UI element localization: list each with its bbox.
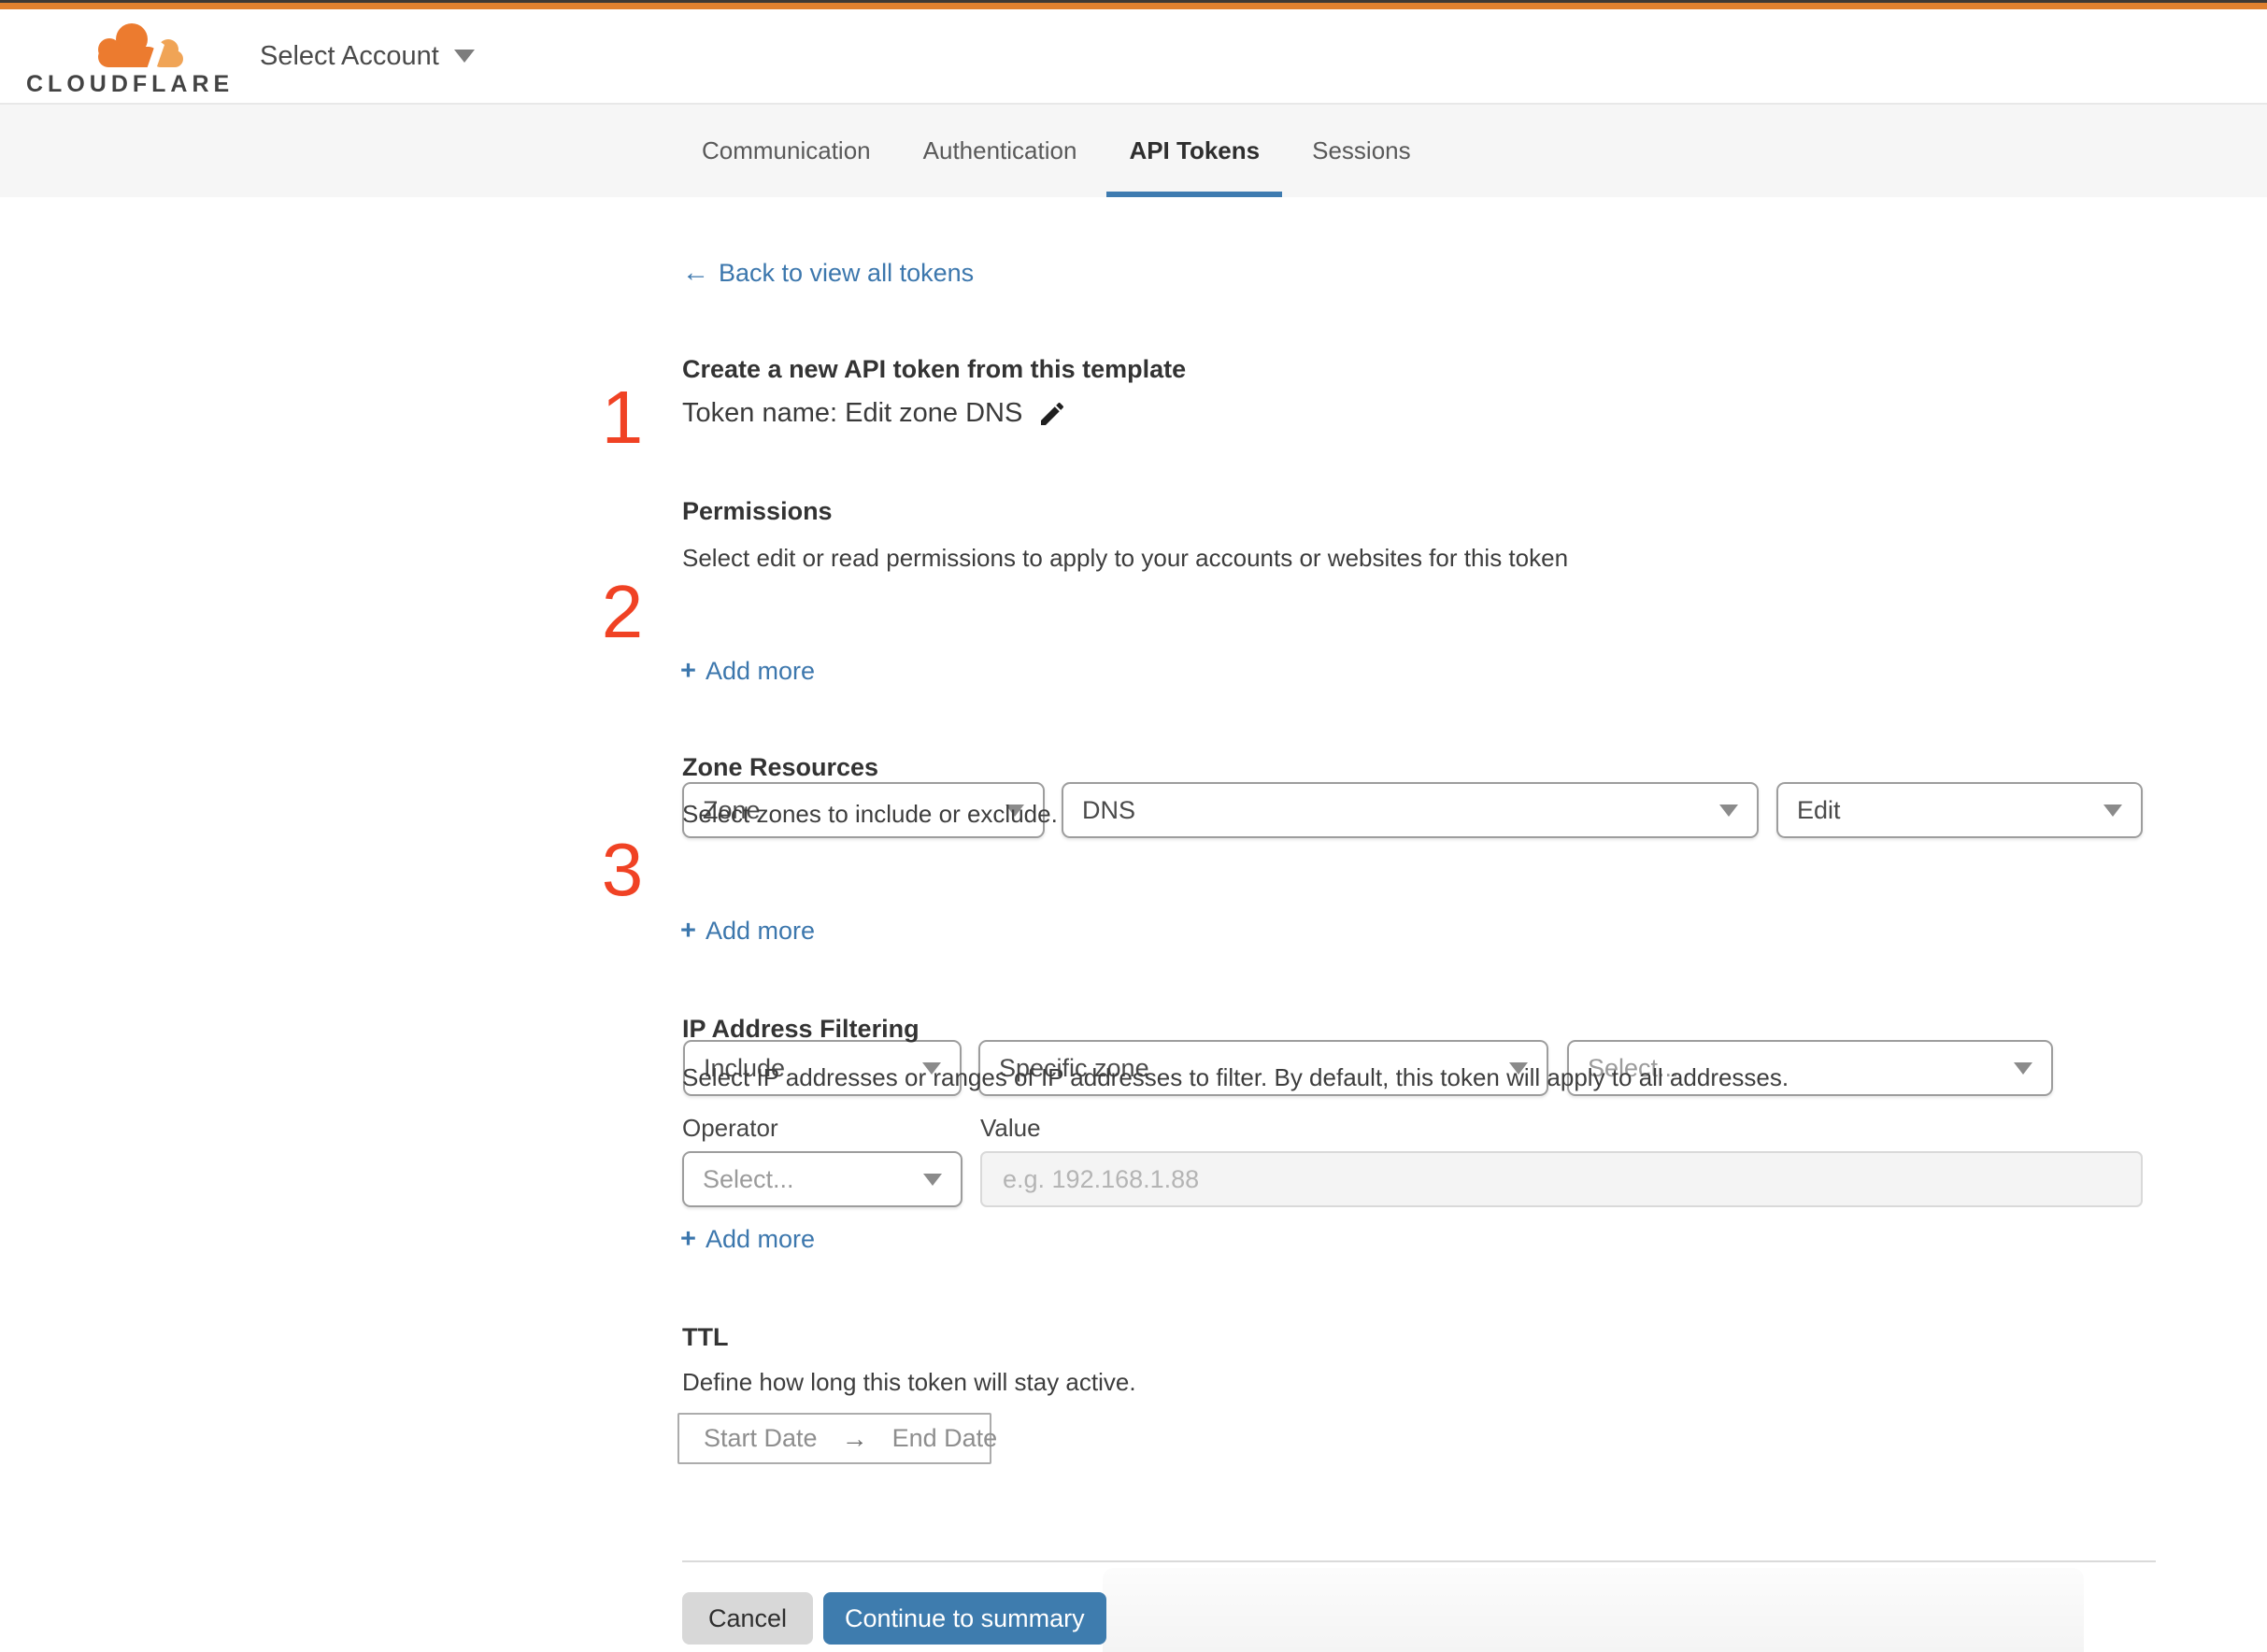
chevron-down-icon: [923, 1174, 942, 1186]
app-header: CLOUDFLARE Select Account: [0, 9, 2267, 105]
add-more-label: Add more: [705, 1225, 815, 1253]
chevron-down-icon: [1719, 805, 1738, 817]
ip-operator-select[interactable]: Select...: [682, 1151, 962, 1207]
tab-sessions[interactable]: Sessions: [1290, 105, 1433, 197]
account-selector-label: Select Account: [260, 40, 439, 71]
ip-filtering-heading: IP Address Filtering: [682, 1015, 920, 1043]
profile-tabbar: Communication Authentication API Tokens …: [0, 105, 2267, 197]
cancel-button[interactable]: Cancel: [682, 1592, 814, 1645]
edit-pencil-icon[interactable]: [1037, 399, 1067, 429]
step-2-number: 2: [601, 570, 644, 653]
token-name-text: Token name: Edit zone DNS: [682, 398, 1023, 428]
permission-access-value: Edit: [1797, 795, 1841, 824]
footer-shadow: [1103, 1568, 2084, 1652]
add-more-label: Add more: [705, 917, 815, 945]
tab-api-tokens[interactable]: API Tokens: [1106, 105, 1282, 197]
cloudflare-wordmark: CLOUDFLARE: [26, 71, 235, 97]
step-3-number: 3: [601, 828, 644, 911]
permissions-add-more-link[interactable]: + Add more: [680, 656, 815, 687]
plus-icon: +: [680, 1224, 696, 1254]
template-title: Create a new API token from this templat…: [682, 355, 1187, 383]
end-date-label: End Date: [891, 1424, 998, 1452]
permissions-description: Select edit or read permissions to apply…: [682, 544, 1569, 572]
footer-divider: [682, 1560, 2156, 1562]
chevron-down-icon: [2103, 805, 2122, 817]
back-arrow-icon: ←: [682, 258, 709, 288]
chevron-down-icon: [453, 50, 475, 63]
ip-operator-value: Select...: [703, 1164, 794, 1193]
api-token-template-page: CLOUDFLARE Select Account Communication …: [0, 0, 2267, 1652]
account-selector[interactable]: Select Account: [260, 9, 475, 103]
tab-authentication[interactable]: Authentication: [901, 105, 1100, 197]
range-arrow-icon: →: [841, 1423, 868, 1453]
ip-filtering-add-more-link[interactable]: + Add more: [680, 1224, 815, 1255]
ttl-date-range-picker[interactable]: Start Date → End Date: [677, 1413, 997, 1464]
permission-type-select[interactable]: DNS: [1062, 782, 1759, 838]
permission-access-select[interactable]: Edit: [1776, 782, 2143, 838]
ttl-heading: TTL: [682, 1323, 729, 1351]
ip-value-input[interactable]: [980, 1151, 2143, 1207]
start-date-label: Start Date: [704, 1424, 818, 1452]
tab-communication[interactable]: Communication: [679, 105, 893, 197]
ttl-description: Define how long this token will stay act…: [682, 1368, 1136, 1396]
zone-resources-add-more-link[interactable]: + Add more: [680, 916, 815, 947]
value-label: Value: [980, 1114, 1041, 1142]
ip-filtering-description: Select IP addresses or ranges of IP addr…: [682, 1063, 1789, 1091]
add-more-label: Add more: [705, 657, 815, 685]
token-name-row: Token name: Edit zone DNS: [682, 398, 1067, 429]
cloudflare-cloud-icon: [98, 23, 183, 69]
chevron-down-icon: [2014, 1062, 2032, 1075]
plus-icon: +: [680, 916, 696, 946]
plus-icon: +: [680, 656, 696, 686]
continue-to-summary-button[interactable]: Continue to summary: [823, 1592, 1106, 1645]
top-orange-strip: [0, 3, 2267, 9]
back-to-tokens-link[interactable]: ← Back to view all tokens: [682, 258, 974, 289]
operator-label: Operator: [682, 1114, 778, 1142]
permission-type-value: DNS: [1082, 795, 1136, 824]
zone-resources-heading: Zone Resources: [682, 753, 879, 781]
step-1-number: 1: [601, 376, 644, 459]
permissions-heading: Permissions: [682, 497, 833, 525]
back-link-label: Back to view all tokens: [719, 259, 975, 287]
zone-resources-description: Select zones to include or exclude.: [682, 800, 1058, 828]
